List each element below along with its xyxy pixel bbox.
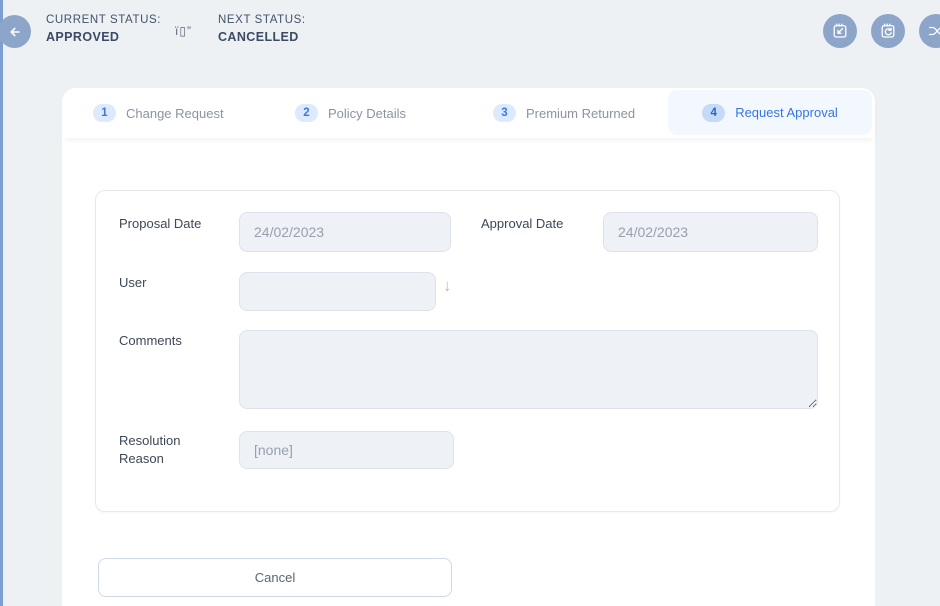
step-number-badge: 2 — [295, 104, 318, 122]
step-label: Premium Returned — [526, 106, 635, 121]
next-status-label: NEXT STATUS: — [218, 14, 306, 26]
proposal-date-field[interactable] — [239, 212, 451, 252]
step-request-approval[interactable]: 4 Request Approval — [668, 90, 872, 135]
user-dropdown-arrow-icon[interactable]: ↓ — [443, 276, 452, 296]
export-note-button[interactable] — [823, 14, 857, 48]
user-field[interactable] — [239, 272, 436, 311]
approval-date-label: Approval Date — [481, 215, 563, 233]
step-change-request[interactable]: 1 Change Request — [93, 88, 224, 138]
main-panel: 1 Change Request 2 Policy Details 3 Prem… — [62, 88, 875, 606]
comments-label: Comments — [119, 332, 182, 350]
current-status-value: APPROVED — [46, 30, 161, 44]
back-button[interactable] — [0, 15, 31, 48]
comments-field[interactable] — [239, 330, 818, 409]
reload-note-button[interactable] — [871, 14, 905, 48]
shuffle-icon — [926, 21, 940, 41]
resolution-reason-field[interactable] — [239, 431, 454, 469]
step-number-badge: 4 — [702, 104, 725, 122]
arrow-left-icon — [5, 22, 25, 42]
current-status-label: CURRENT STATUS: — [46, 14, 161, 26]
next-status-value: CANCELLED — [218, 30, 306, 44]
step-label: Request Approval — [735, 105, 838, 120]
shuffle-button[interactable] — [919, 14, 940, 48]
proposal-date-label: Proposal Date — [119, 215, 201, 233]
step-label: Change Request — [126, 106, 224, 121]
step-premium-returned[interactable]: 3 Premium Returned — [493, 88, 635, 138]
left-accent-strip — [0, 0, 3, 606]
wizard-stepper: 1 Change Request 2 Policy Details 3 Prem… — [62, 88, 875, 138]
approval-form-card: Proposal Date Approval Date User ↓ Comme… — [95, 190, 840, 512]
export-note-icon — [830, 21, 850, 41]
current-status-block: CURRENT STATUS: APPROVED — [46, 14, 161, 44]
step-label: Policy Details — [328, 106, 406, 121]
status-transition-icon: ï▯” — [175, 24, 192, 38]
user-label: User — [119, 274, 146, 292]
step-number-badge: 1 — [93, 104, 116, 122]
reload-note-icon — [878, 21, 898, 41]
next-status-block: NEXT STATUS: CANCELLED — [218, 14, 306, 44]
step-policy-details[interactable]: 2 Policy Details — [295, 88, 406, 138]
resolution-reason-label: Resolution Reason — [119, 432, 193, 468]
step-number-badge: 3 — [493, 104, 516, 122]
approval-date-field[interactable] — [603, 212, 818, 252]
cancel-button[interactable]: Cancel — [98, 558, 452, 597]
